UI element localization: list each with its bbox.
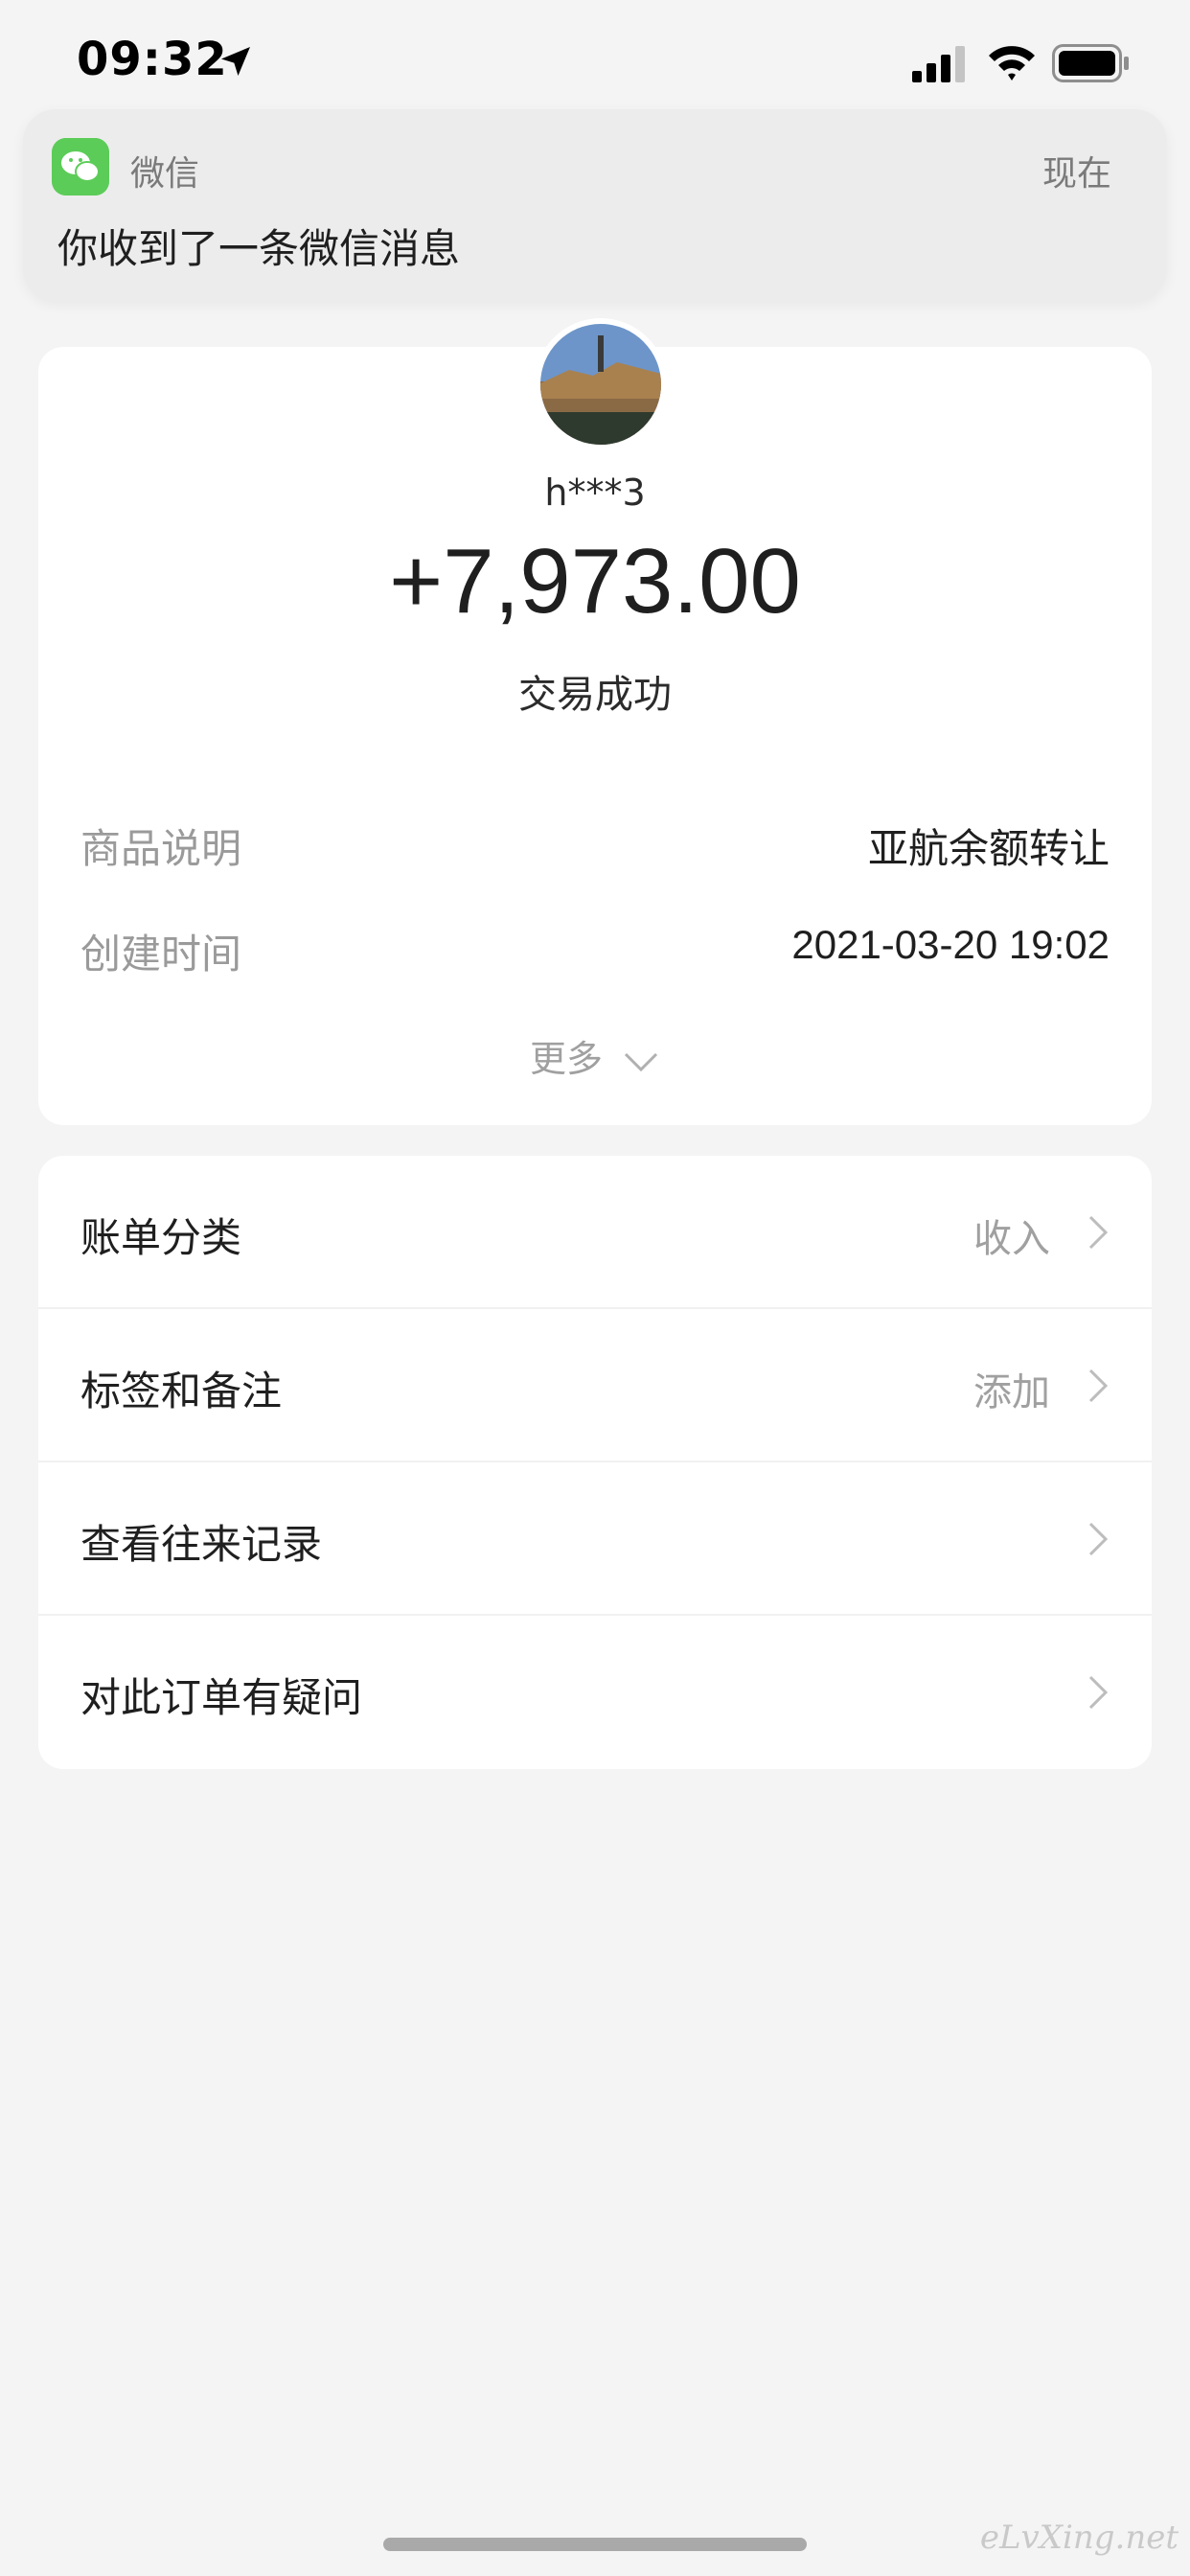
avatar[interactable]	[535, 318, 667, 450]
detail-value: 2021-03-20 19:02	[791, 922, 1110, 967]
detail-label: 商品说明	[80, 825, 242, 872]
menu-row-bill-category[interactable]: 账单分类 收入	[38, 1156, 1152, 1309]
chevron-right-icon	[1088, 1522, 1109, 1556]
status-time: 09:32	[77, 33, 228, 86]
chevron-down-icon	[624, 1052, 658, 1071]
transaction-status: 交易成功	[518, 673, 672, 717]
menu-label: 查看往来记录	[80, 1521, 323, 1568]
watermark: eLvXing.net	[979, 2518, 1179, 2557]
menu-value: 添加	[973, 1370, 1050, 1414]
transaction-card: h***3 +7,973.00 交易成功 商品说明 亚航余额转让 创建时间 20…	[38, 318, 1152, 1125]
wechat-icon	[52, 138, 109, 196]
location-arrow-icon	[221, 47, 250, 76]
menu-card: 账单分类 收入 标签和备注 添加 查看往来记录 对此订单有疑问	[38, 1156, 1152, 1769]
notification-message: 你收到了一条微信消息	[57, 225, 461, 272]
menu-row-order-question[interactable]: 对此订单有疑问	[38, 1616, 1152, 1769]
menu-label: 账单分类	[80, 1214, 242, 1261]
menu-label: 对此订单有疑问	[80, 1674, 363, 1721]
more-label: 更多	[529, 1038, 603, 1080]
chevron-right-icon	[1088, 1215, 1109, 1250]
menu-row-history[interactable]: 查看往来记录	[38, 1462, 1152, 1616]
detail-row-goods: 商品说明 亚航余额转让	[80, 816, 1110, 874]
avatar-photo	[540, 324, 661, 445]
status-bar: 09:32	[0, 0, 1190, 125]
notification-app-name: 微信	[130, 154, 200, 194]
notification-time: 现在	[1041, 154, 1111, 194]
detail-label: 创建时间	[80, 931, 242, 978]
wifi-icon	[989, 46, 1035, 80]
more-button[interactable]: 更多	[38, 1029, 1152, 1082]
detail-value: 亚航余额转让	[867, 825, 1110, 872]
chevron-right-icon	[1088, 1368, 1109, 1403]
cellular-signal-icon	[912, 46, 965, 82]
transaction-amount: +7,973.00	[389, 530, 801, 632]
battery-icon	[1052, 44, 1129, 82]
wechat-notification-banner[interactable]: 微信 现在 你收到了一条微信消息	[23, 109, 1167, 301]
menu-row-tags-notes[interactable]: 标签和备注 添加	[38, 1309, 1152, 1462]
menu-value: 收入	[973, 1217, 1050, 1261]
chevron-right-icon	[1088, 1675, 1109, 1710]
detail-row-created-time: 创建时间 2021-03-20 19:02	[80, 922, 1110, 979]
payer-name: h***3	[544, 472, 646, 514]
home-indicator[interactable]	[383, 2538, 807, 2551]
menu-label: 标签和备注	[80, 1368, 283, 1414]
